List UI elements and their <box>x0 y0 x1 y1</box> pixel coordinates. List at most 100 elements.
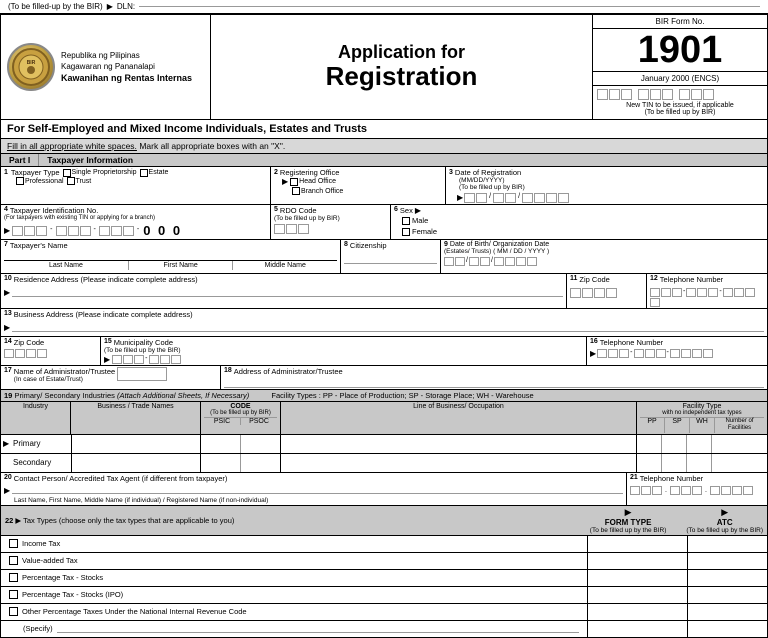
field-6: 6 Sex ▶ Male Female <box>391 205 767 239</box>
instructions-rest: Mark all appropriate boxes with an "X". <box>139 141 285 151</box>
tax-income-left: Income Tax <box>1 538 587 549</box>
f1-estate-label: Estate <box>149 169 169 176</box>
field-8: 8 Citizenship <box>341 240 441 273</box>
f19-primary-row: ▶ Primary <box>1 435 767 454</box>
f15-num: 15 <box>104 338 112 347</box>
f17-num: 17 <box>4 367 12 374</box>
tax-row-other-pct: Other Percentage Taxes Under the Nationa… <box>1 604 767 621</box>
january-text: January 2000 (ENCS) <box>593 71 767 85</box>
f1-trust-label: Trust <box>76 178 92 185</box>
tax-other-pct-cb[interactable] <box>9 607 18 616</box>
tax-pct-stocks-cb[interactable] <box>9 573 18 582</box>
topbar-arrow: ▶ <box>107 2 113 11</box>
f19-secondary-row: Secondary <box>1 454 767 472</box>
form-number-big: 1901 <box>593 29 767 71</box>
f6-label: Sex <box>400 206 413 215</box>
f5-label: RDO Code <box>280 206 317 215</box>
field-10: 10 Residence Address (Please indicate co… <box>1 274 567 308</box>
top-bar: (To be filled-up by the BIR) ▶ DLN: <box>0 0 768 14</box>
tin-subnote: (To be filled up by BIR) <box>597 109 763 116</box>
field-11: 11 Zip Code <box>567 274 647 308</box>
agency-line1: Republika ng Pilipinas <box>61 50 192 61</box>
f22-atc-note: (To be filled up by the BIR) <box>686 527 763 534</box>
f13-num: 13 <box>4 310 12 319</box>
field-15: 15 Municipality Code (To be filled up by… <box>101 337 587 365</box>
f20-num: 20 <box>4 474 12 483</box>
field-5: 5 RDO Code (To be filled up by BIR) <box>271 205 391 239</box>
f19-industry-col: Industry <box>1 402 71 433</box>
field-22-section: 22 ▶ Tax Types (choose only the tax type… <box>1 506 767 637</box>
tax-row-pct-stocks-ipo: Percentage Tax - Stocks (IPO) <box>1 587 767 604</box>
form-row-1: 1 Taxpayer Type Single Proprietorship Es… <box>1 167 767 205</box>
field-16: 16 Telephone Number ▶ - - <box>587 337 767 365</box>
tax-income-label: Income Tax <box>22 539 60 548</box>
tin-note: New TIN to be issued, if applicable <box>597 102 763 109</box>
tax-pct-stocks-label: Percentage Tax - Stocks <box>22 573 103 582</box>
f19-business-col: Business / Trade Names <box>71 402 201 433</box>
f6-male[interactable]: Male <box>402 216 764 225</box>
agency-line2: Kagawaran ng Pananalapi <box>61 61 192 72</box>
f18-num: 18 <box>224 367 232 376</box>
f1-cb3[interactable]: Professional <box>16 177 64 185</box>
f20-label: Contact Person/ Accredited Tax Agent (if… <box>14 474 228 483</box>
f7-firstname: First Name <box>129 261 234 270</box>
part1-title: Taxpayer Information <box>39 154 141 166</box>
form-row-4: 10 Residence Address (Please indicate co… <box>1 274 767 309</box>
f1-cb2[interactable]: Estate <box>140 169 169 177</box>
f2-cb2[interactable]: Branch Office <box>292 187 343 195</box>
f16-num: 16 <box>590 338 598 347</box>
field-13: 13 Business Address (Please indicate com… <box>1 309 767 336</box>
f6-female[interactable]: Female <box>402 227 764 236</box>
tax-row-pct-stocks: Percentage Tax - Stocks <box>1 570 767 587</box>
field-20: 20 Contact Person/ Accredited Tax Agent … <box>1 473 627 505</box>
f4-sublabel: (For taxpayers with existing TIN or appl… <box>4 215 267 222</box>
topbar-label: (To be filled-up by the BIR) <box>8 2 103 11</box>
agency-name: Republika ng Pilipinas Kagawaran ng Pana… <box>61 50 192 85</box>
form-row-contact: 20 Contact Person/ Accredited Tax Agent … <box>1 473 767 506</box>
tax-row-specify: (Specify) <box>1 621 767 637</box>
f2-cb1[interactable]: Head Office <box>290 178 336 186</box>
f22-label: Tax Types (choose only the tax types tha… <box>23 516 234 525</box>
field-21: 21 Telephone Number . . <box>627 473 767 505</box>
field-17: 17 Name of Administrator/Trustee (In cas… <box>1 366 221 389</box>
f19-num: 19 <box>4 391 12 400</box>
form-number-section: BIR Form No. 1901 January 2000 (ENCS) <box>592 15 767 119</box>
form-row-2: 4 Taxpayer Identification No. (For taxpa… <box>1 205 767 240</box>
f19-code-col: CODE (To be filled up by BIR) PSIC PSOC <box>201 402 281 433</box>
form-header: BIR Republika ng Pilipinas Kagawaran ng … <box>1 15 767 120</box>
f3-note: (To be filled up by BIR) <box>449 184 764 191</box>
f1-cb4[interactable]: Trust <box>67 177 92 185</box>
three-zeros: 0 0 0 <box>143 223 182 238</box>
f22-form-note: (To be filled up by the BIR) <box>590 527 667 534</box>
f1-sp-label: Single Proprietorship <box>72 169 137 176</box>
f10-num: 10 <box>4 275 12 284</box>
f19-label: Primary/ Secondary Industries <box>14 391 114 400</box>
field-4: 4 Taxpayer Identification No. (For taxpa… <box>1 205 271 239</box>
svg-text:BIR: BIR <box>27 60 36 66</box>
f17-label: Name of Administrator/Trustee <box>14 367 115 376</box>
f4-label: Taxpayer Identification No. <box>10 206 98 215</box>
tax-pct-ipo-cb[interactable] <box>9 590 18 599</box>
field-7: 7 Taxpayer's Name Last Name First Name M… <box>1 240 341 273</box>
f16-arrow: ▶ <box>590 349 596 358</box>
f7-num: 7 <box>4 241 8 250</box>
tax-vat-cb[interactable] <box>9 556 18 565</box>
f22-header: 22 ▶ Tax Types (choose only the tax type… <box>1 506 767 536</box>
f19-facility-type-label: Facility Type <box>640 403 764 410</box>
bir-form-no-label: BIR Form No. <box>593 15 767 29</box>
f6-female-label: Female <box>412 227 437 236</box>
f12-label: Telephone Number <box>660 275 723 284</box>
tax-income-cb[interactable] <box>9 539 18 548</box>
field-2: 2 Registering Office ▶ Head Office Branc… <box>271 167 446 204</box>
form-row-7: 17 Name of Administrator/Trustee (In cas… <box>1 366 767 390</box>
part1-header: Part I Taxpayer Information <box>1 154 767 167</box>
f14-label: Zip Code <box>14 338 44 347</box>
title-line1: Application for <box>326 42 478 63</box>
f8-num: 8 <box>344 241 348 250</box>
tax-other-pct-label: Other Percentage Taxes Under the Nationa… <box>22 607 247 616</box>
f21-label: Telephone Number <box>640 474 703 483</box>
f5-note: (To be filled up by BIR) <box>274 215 387 222</box>
tin-issuance-area: New TIN to be issued, if applicable (To … <box>593 85 767 119</box>
f1-cb1[interactable]: Single Proprietorship <box>63 169 137 177</box>
f11-label: Zip Code <box>579 275 609 284</box>
